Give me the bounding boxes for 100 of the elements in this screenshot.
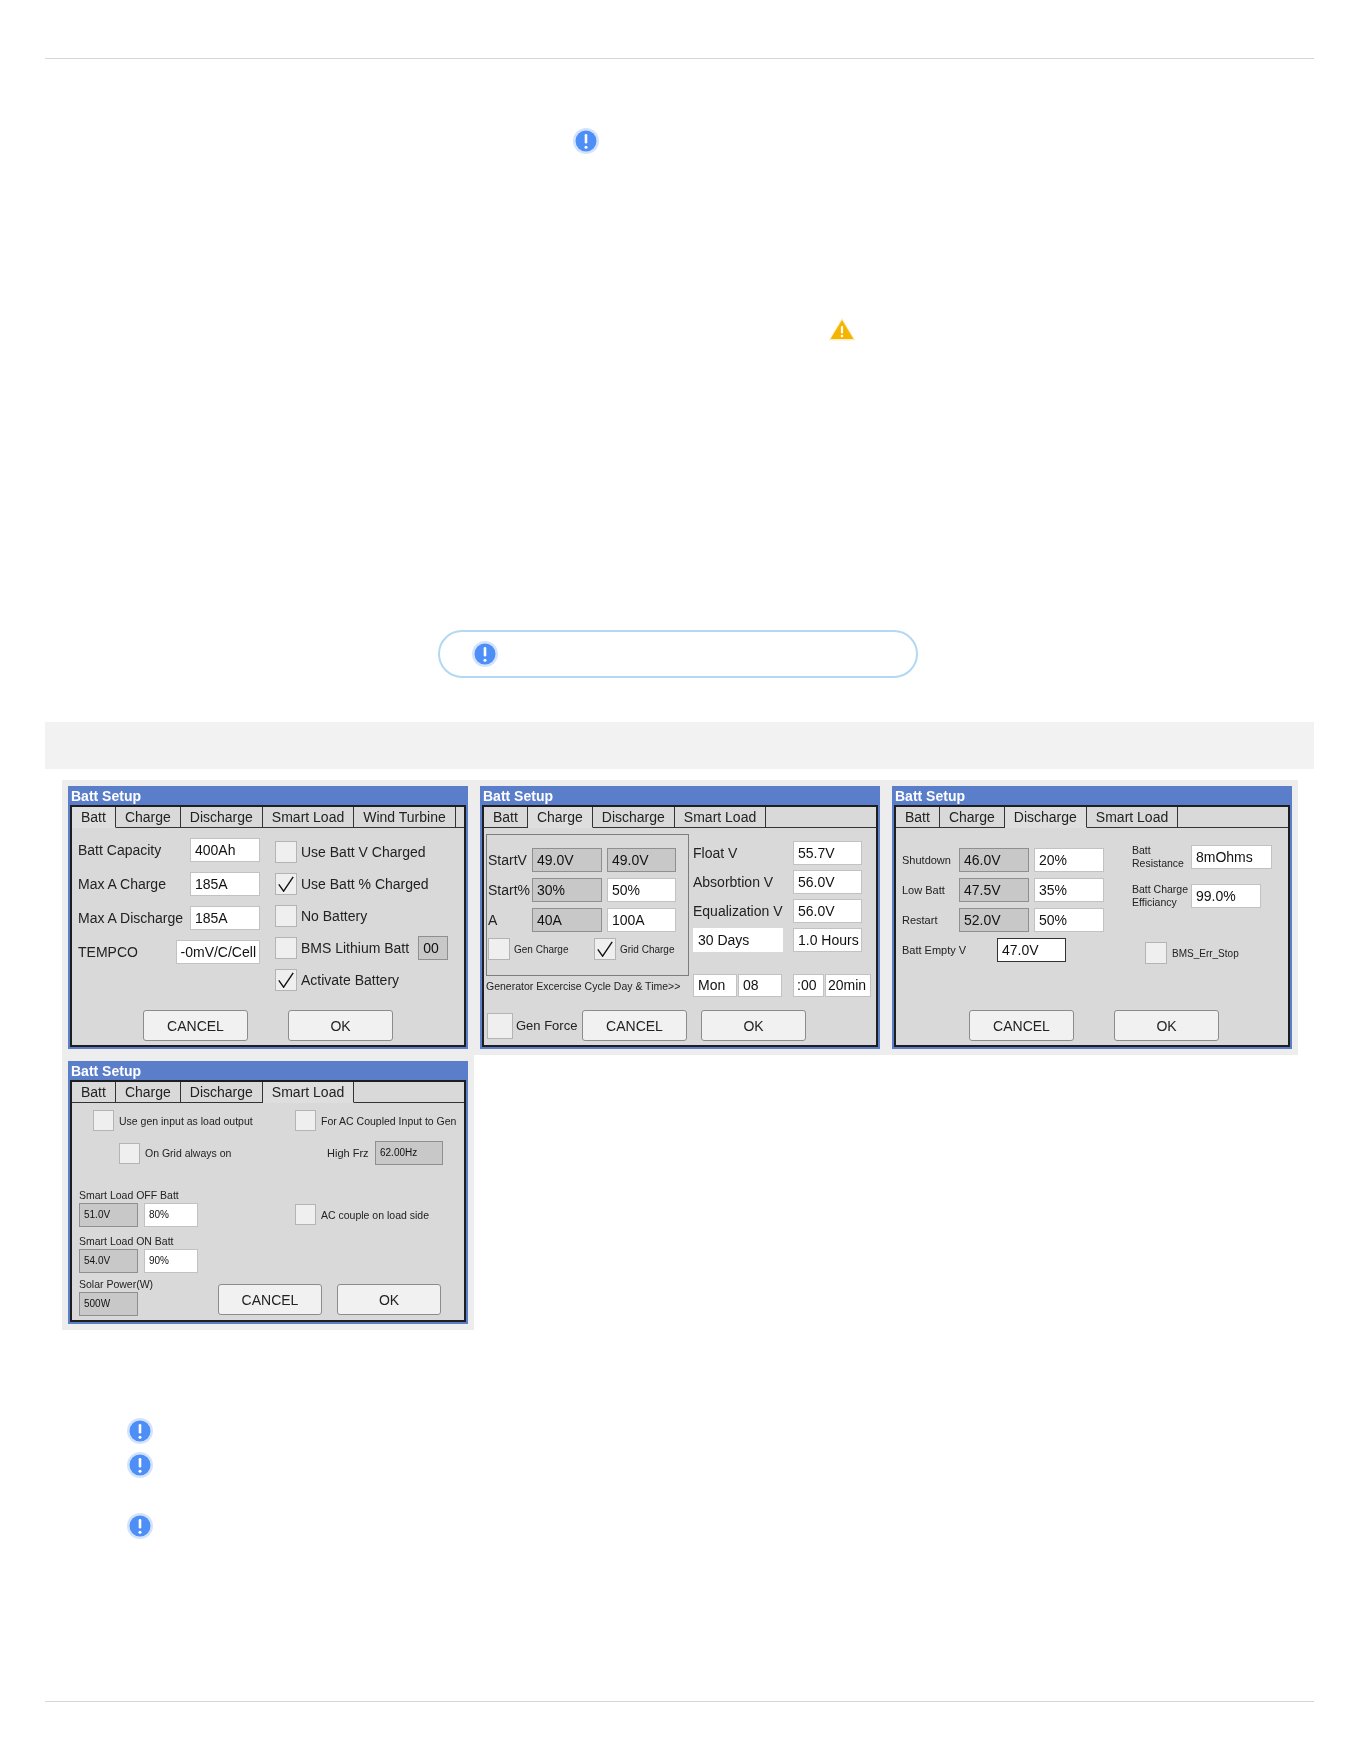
text-field[interactable]: 56.0V [793, 899, 862, 923]
checkbox-label: Gen Force [516, 1018, 578, 1033]
text-field[interactable]: 50% [1034, 908, 1104, 932]
field-label: Smart Load ON Batt [79, 1234, 174, 1248]
dialog-button[interactable]: OK [288, 1010, 393, 1041]
text-field[interactable]: 08 [738, 974, 782, 997]
tab[interactable]: Batt [72, 1082, 116, 1103]
tab[interactable]: Discharge [180, 1082, 263, 1103]
field-label: Smart Load OFF Batt [79, 1188, 179, 1202]
dialog-button[interactable]: CANCEL [218, 1284, 322, 1315]
text-field[interactable]: 100A [607, 908, 676, 932]
checkbox[interactable] [487, 1012, 513, 1039]
text-field[interactable]: 90% [144, 1249, 198, 1273]
tab[interactable]: Discharge [180, 807, 263, 828]
tab[interactable]: Charge [527, 807, 593, 828]
checkbox[interactable] [295, 1110, 316, 1131]
checkbox-label: For AC Coupled Input to Gen [321, 1114, 457, 1127]
field-label: Restart [902, 914, 939, 926]
checkbox[interactable] [275, 841, 297, 863]
text-field[interactable]: 55.7V [793, 841, 862, 865]
dialog-button[interactable]: CANCEL [969, 1010, 1074, 1041]
text-field[interactable]: 30 Days [693, 928, 783, 952]
dialog-button[interactable]: OK [701, 1010, 806, 1041]
tab[interactable]: Smart Load [1086, 807, 1179, 828]
field-label: Float V [693, 845, 739, 861]
text-field[interactable]: 1.0 Hours [793, 928, 862, 952]
checkbox-label: Use Batt % Charged [301, 876, 429, 892]
tab[interactable]: Wind Turbine [354, 807, 456, 828]
checkbox-label: On Grid always on [145, 1147, 232, 1159]
checkbox-label: AC couple on load side [321, 1208, 429, 1221]
checkbox-label: Activate Battery [301, 972, 400, 988]
tab[interactable]: Smart Load [674, 807, 767, 828]
field-label: TEMPCO [78, 944, 138, 960]
checkbox-label: Use gen input as load output [119, 1114, 253, 1127]
field-label: Max A Charge [78, 876, 166, 892]
text-field[interactable]: Mon [693, 974, 737, 997]
tab[interactable]: Batt [484, 807, 528, 828]
field-label: Batt Resistance [1132, 844, 1185, 870]
text-field[interactable]: 56.0V [793, 870, 862, 894]
dialog-button[interactable]: OK [337, 1284, 441, 1315]
tab[interactable]: Discharge [1004, 807, 1087, 828]
checkbox[interactable] [488, 938, 510, 960]
field-label: Start% [488, 882, 531, 898]
text-field[interactable]: 20min [825, 974, 871, 997]
text-field[interactable]: 35% [1034, 878, 1104, 902]
text-field[interactable]: 8mOhms [1191, 845, 1272, 869]
tab[interactable]: Charge [115, 1082, 181, 1103]
dialog-button[interactable]: CANCEL [582, 1010, 687, 1041]
text-field[interactable]: 99.0% [1191, 884, 1261, 908]
tab[interactable]: Smart Load [262, 807, 355, 828]
field-label: High Frz [327, 1147, 370, 1159]
text-field[interactable]: 50% [607, 878, 676, 902]
text-field[interactable]: 400Ah [190, 838, 260, 862]
field-label: Absorbtion V [693, 874, 775, 890]
checkbox[interactable] [594, 938, 616, 960]
tab[interactable]: Charge [115, 807, 181, 828]
dialog-title: Batt Setup [894, 788, 966, 805]
dialog-title: Batt Setup [482, 788, 554, 805]
field-label: Solar Power(W) [79, 1277, 154, 1291]
tab[interactable]: Smart Load [262, 1082, 355, 1103]
checkmark-icon [278, 972, 294, 988]
checkbox[interactable] [275, 905, 297, 927]
text-field[interactable]: :00 [793, 974, 824, 997]
checkbox-label: Use Batt V Charged [301, 844, 426, 860]
text-field[interactable]: 185A [190, 872, 260, 896]
field-label: A [488, 912, 499, 928]
checkbox[interactable] [275, 937, 297, 959]
text-field[interactable]: 20% [1034, 848, 1104, 872]
checkbox-label: BMS Lithium Batt [301, 940, 410, 956]
field-label: Batt Empty V [902, 944, 968, 956]
tab[interactable]: Batt [72, 807, 116, 828]
checkbox-label: BMS_Err_Stop [1172, 947, 1239, 959]
dialog-button[interactable]: OK [1114, 1010, 1219, 1041]
checkmark-icon [278, 876, 294, 892]
alert-icon [127, 1452, 153, 1478]
checkbox[interactable] [119, 1142, 140, 1164]
dialog-button[interactable]: CANCEL [143, 1010, 248, 1041]
text-field[interactable]: -0mV/C/Cell [175, 940, 260, 964]
field-label: Batt Charge Efficiancy [1132, 883, 1190, 909]
tab[interactable]: Charge [939, 807, 1005, 828]
checkbox[interactable] [1145, 942, 1167, 964]
tab[interactable]: Discharge [592, 807, 675, 828]
field-label: Generator Excercise Cycle Day & Time>> [486, 979, 682, 992]
text-field[interactable]: 47.0V [997, 938, 1066, 962]
checkmark-icon [597, 941, 613, 957]
checkbox[interactable] [275, 873, 297, 895]
checkbox-label: Grid Charge [620, 943, 675, 955]
alert-icon [472, 641, 498, 667]
checkbox-label: No Battery [301, 908, 368, 924]
tab[interactable]: Batt [896, 807, 940, 828]
checkbox[interactable] [295, 1204, 316, 1225]
dialog-title: Batt Setup [70, 788, 142, 805]
checkbox[interactable] [93, 1110, 114, 1131]
text-field[interactable]: 80% [144, 1203, 198, 1227]
checkbox[interactable] [275, 969, 297, 991]
alert-icon [127, 1418, 153, 1444]
field-label: StartV [488, 852, 528, 868]
field-label: Shutdown [902, 854, 952, 866]
text-field[interactable]: 185A [190, 906, 260, 930]
field-label: Max A Discharge [78, 910, 184, 926]
